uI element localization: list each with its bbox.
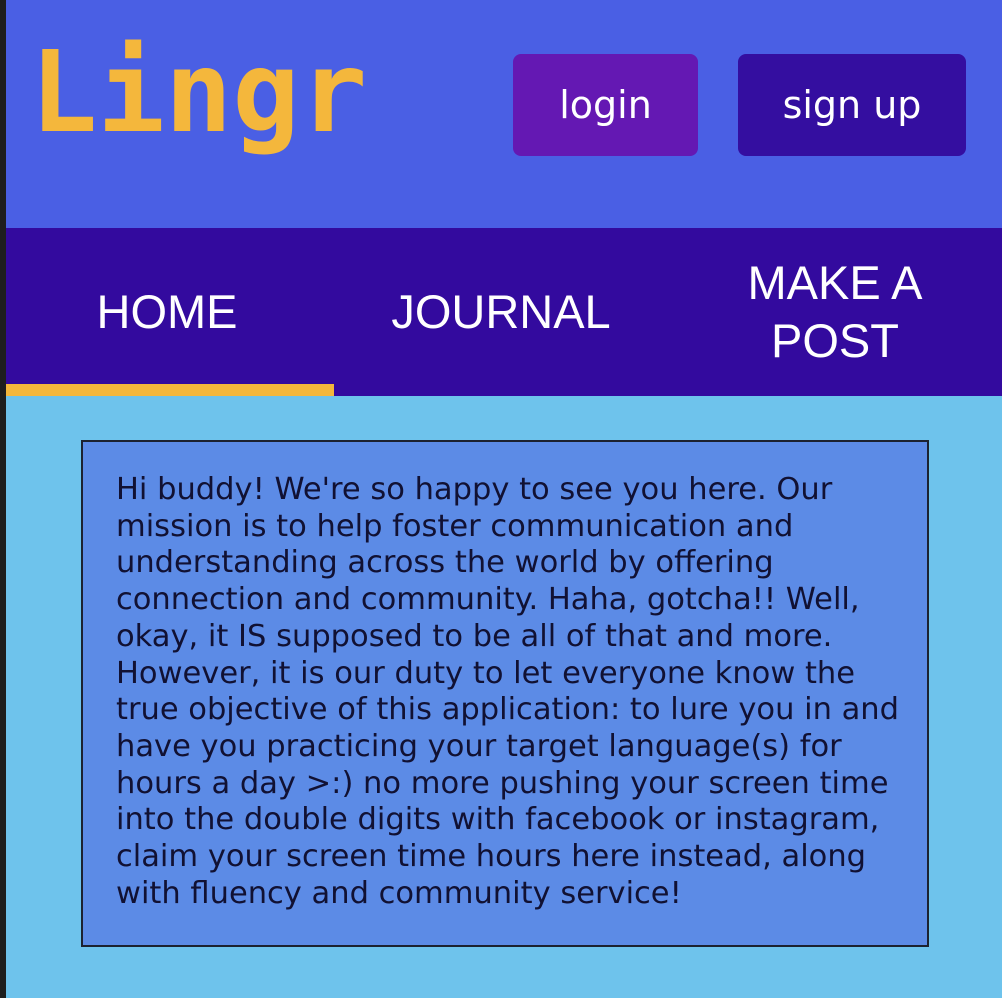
signup-button[interactable]: sign up (738, 54, 966, 156)
header: Lingr login sign up (0, 0, 1002, 228)
main-content: Hi buddy! We're so happy to see you here… (0, 396, 1002, 998)
welcome-message-text: Hi buddy! We're so happy to see you here… (116, 472, 899, 911)
app-frame: Lingr login sign up HOME JOURNAL MAKE A … (0, 0, 1002, 998)
tab-make-a-post[interactable]: MAKE A POST (668, 228, 1002, 396)
active-tab-indicator (0, 384, 334, 396)
tab-journal[interactable]: JOURNAL (334, 228, 668, 396)
tab-make-a-post-label: MAKE A POST (747, 256, 923, 367)
login-button[interactable]: login (513, 54, 698, 156)
tab-home-label: HOME (96, 285, 238, 338)
tab-home[interactable]: HOME (0, 228, 334, 396)
logo[interactable]: Lingr (30, 18, 367, 168)
window-edge (0, 0, 6, 998)
nav-bar: HOME JOURNAL MAKE A POST (0, 228, 1002, 396)
tab-journal-label: JOURNAL (391, 285, 611, 338)
welcome-message-box: Hi buddy! We're so happy to see you here… (81, 440, 929, 947)
